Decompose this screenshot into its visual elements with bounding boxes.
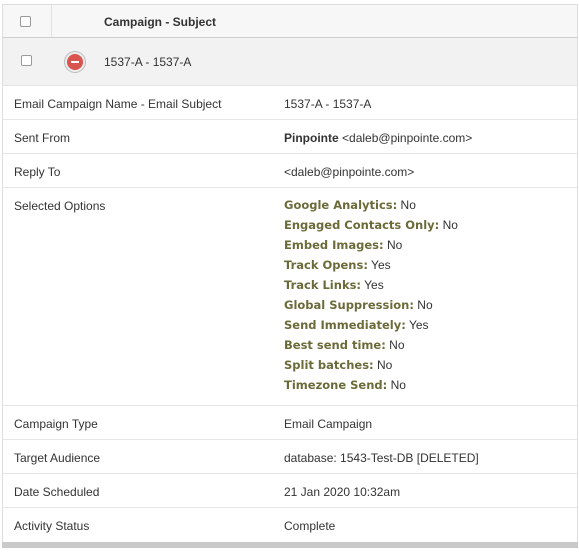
detail-value: 1537-A - 1537-A: [284, 97, 372, 111]
detail-label: Selected Options: [14, 199, 106, 213]
detail-row-campaign-type: Campaign Type Email Campaign: [3, 406, 577, 440]
detail-label: Campaign Type: [14, 417, 98, 431]
header-checkbox-cell: [3, 5, 52, 37]
select-all-checkbox[interactable]: [20, 16, 31, 27]
options-list: Google Analytics: No Engaged Contacts On…: [284, 195, 458, 395]
detail-value: Complete: [284, 519, 336, 533]
option-item: Timezone Send: No: [284, 378, 406, 392]
option-item: Track Links: Yes: [284, 278, 384, 292]
campaign-panel: Campaign - Subject 1537-A - 1537-A Email…: [0, 0, 578, 553]
detail-row-target-audience: Target Audience database: 1543-Test-DB […: [3, 440, 577, 474]
campaign-details: Email Campaign Name - Email Subject 1537…: [2, 86, 578, 542]
option-item: Best send time: No: [284, 338, 405, 352]
detail-label: Sent From: [14, 131, 71, 145]
detail-value: database: 1543-Test-DB [DELETED]: [284, 451, 479, 465]
column-header-campaign-subject: Campaign - Subject: [104, 15, 217, 29]
detail-label: Target Audience: [14, 451, 101, 465]
option-item: Global Suppression: No: [284, 298, 433, 312]
detail-value: Email Campaign: [284, 417, 373, 431]
sender-email: <daleb@pinpointe.com>: [342, 131, 473, 145]
detail-label: Reply To: [14, 165, 61, 179]
row-checkbox[interactable]: [21, 55, 32, 66]
remove-icon[interactable]: [67, 54, 83, 70]
detail-label: Activity Status: [14, 519, 90, 533]
table-header: Campaign - Subject: [2, 4, 578, 38]
detail-label: Email Campaign Name - Email Subject: [14, 97, 222, 111]
campaign-name: 1537-A - 1537-A: [104, 55, 192, 69]
option-item: Split batches: No: [284, 358, 393, 372]
detail-row-name: Email Campaign Name - Email Subject 1537…: [3, 86, 577, 120]
detail-value: 21 Jan 2020 10:32am: [284, 485, 401, 499]
detail-row-date-scheduled: Date Scheduled 21 Jan 2020 10:32am: [3, 474, 577, 508]
detail-row-sent-from: Sent From Pinpointe <daleb@pinpointe.com…: [3, 120, 577, 154]
option-item: Track Opens: Yes: [284, 258, 391, 272]
detail-value: <daleb@pinpointe.com>: [284, 165, 415, 179]
option-item: Send Immediately: Yes: [284, 318, 429, 332]
campaign-row: 1537-A - 1537-A: [2, 38, 578, 86]
option-item: Google Analytics: No: [284, 198, 416, 212]
detail-value: Pinpointe <daleb@pinpointe.com>: [284, 131, 472, 145]
sender-name: Pinpointe: [284, 131, 339, 145]
detail-label: Date Scheduled: [14, 485, 100, 499]
bottom-divider: [2, 542, 578, 548]
option-item: Engaged Contacts Only: No: [284, 218, 458, 232]
option-item: Embed Images: No: [284, 238, 403, 252]
detail-row-options: Selected Options Google Analytics: No En…: [3, 188, 577, 406]
detail-row-activity-status: Activity Status Complete: [3, 508, 577, 542]
detail-row-reply-to: Reply To <daleb@pinpointe.com>: [3, 154, 577, 188]
